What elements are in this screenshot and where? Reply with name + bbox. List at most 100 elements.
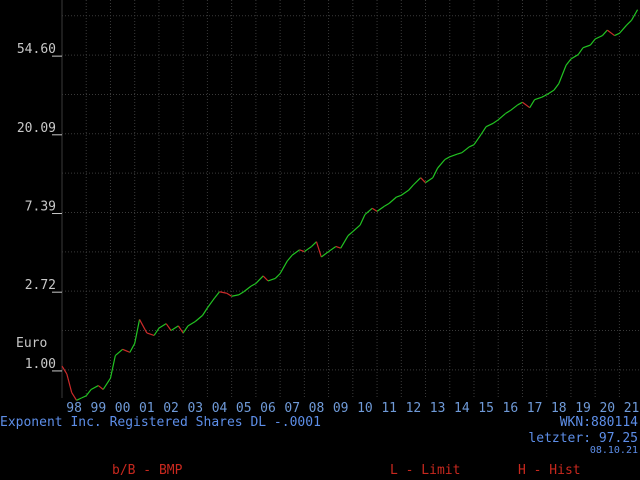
price-segment xyxy=(202,307,208,316)
price-segment xyxy=(214,291,220,299)
price-segment xyxy=(226,292,232,297)
hist-hotkey[interactable]: H - Hist xyxy=(518,464,581,478)
price-segment xyxy=(267,277,276,282)
price-segment xyxy=(231,294,240,297)
x-tick-label: 13 xyxy=(430,401,446,416)
price-segment xyxy=(582,44,591,49)
wkn-label: WKN:880114 xyxy=(559,415,638,430)
price-segment xyxy=(153,327,160,336)
price-segment xyxy=(177,325,184,334)
price-segment xyxy=(71,392,78,401)
y-axis-tick-labels: 1.00 2.72 7.39 20.09 54.60 xyxy=(17,42,62,372)
price-segment xyxy=(437,159,446,169)
chart-grid xyxy=(61,0,640,398)
x-tick-label: 07 xyxy=(284,401,300,416)
price-segment xyxy=(522,101,531,109)
price-segment xyxy=(553,83,560,91)
x-tick-label: 16 xyxy=(503,401,519,416)
price-segment xyxy=(626,19,632,26)
price-segment xyxy=(206,297,216,309)
price-segment xyxy=(485,122,494,128)
price-segment xyxy=(412,177,422,186)
price-segment xyxy=(109,355,116,379)
price-segment xyxy=(76,397,82,401)
x-axis-year-labels: 98 99 00 01 02 03 04 05 06 07 08 09 10 11 12 13 14 15 16 17… xyxy=(66,401,639,416)
price-segment xyxy=(335,245,341,249)
price-segment xyxy=(81,395,87,399)
price-series xyxy=(61,9,639,401)
x-tick-label: 98 xyxy=(66,401,82,416)
price-segment xyxy=(388,196,397,204)
price-segment xyxy=(85,389,92,397)
price-segment xyxy=(122,348,131,353)
price-segment xyxy=(187,321,196,327)
price-segment xyxy=(170,325,179,332)
price-segment xyxy=(255,275,264,284)
x-tick-label: 21 xyxy=(624,401,640,416)
price-segment xyxy=(534,96,543,101)
x-tick-label: 03 xyxy=(187,401,203,416)
x-tick-label: 19 xyxy=(575,401,591,416)
price-segment xyxy=(243,285,252,293)
price-segment xyxy=(384,202,390,207)
price-segment xyxy=(299,249,305,253)
price-segment xyxy=(509,104,518,112)
x-tick-label: 99 xyxy=(91,401,107,416)
x-tick-label: 10 xyxy=(357,401,373,416)
x-tick-label: 00 xyxy=(115,401,131,416)
x-tick-label: 11 xyxy=(381,401,397,416)
price-segment xyxy=(279,260,288,274)
price-segment xyxy=(420,177,426,184)
limit-hotkey[interactable]: L - Limit xyxy=(390,464,460,478)
price-segment xyxy=(364,207,373,216)
price-segment xyxy=(376,205,385,212)
price-segment xyxy=(165,323,172,331)
x-tick-label: 08 xyxy=(309,401,325,416)
y-tick-label: 1.00 xyxy=(25,357,56,372)
bmp-hotkey[interactable]: b/B - BMP xyxy=(112,464,182,478)
price-segment xyxy=(304,245,312,253)
price-segment xyxy=(396,194,402,198)
price-segment xyxy=(146,332,155,337)
price-segment xyxy=(408,184,414,191)
price-segment xyxy=(250,282,257,287)
price-segment xyxy=(601,29,608,36)
price-segment xyxy=(90,385,99,391)
price-segment xyxy=(352,224,361,233)
price-segment xyxy=(66,373,73,393)
price-segment xyxy=(449,153,458,158)
price-segment xyxy=(505,110,511,115)
security-name: Exponent Inc. Registered Shares DL -.000… xyxy=(0,415,321,430)
price-segment xyxy=(371,207,378,212)
price-segment xyxy=(311,241,317,247)
price-segment xyxy=(541,94,547,98)
price-segment xyxy=(114,348,123,357)
y-tick-label: 2.72 xyxy=(25,278,56,293)
price-segment xyxy=(182,325,189,334)
x-tick-label: 04 xyxy=(212,401,228,416)
x-tick-label: 12 xyxy=(406,401,422,416)
price-segment xyxy=(102,377,111,390)
y-tick-label: 54.60 xyxy=(17,42,56,57)
price-segment xyxy=(238,291,245,296)
price-segment xyxy=(529,99,536,108)
price-segment xyxy=(480,126,487,135)
x-tick-label: 20 xyxy=(599,401,615,416)
price-segment xyxy=(589,38,596,46)
price-segment xyxy=(315,241,322,258)
price-segment xyxy=(291,249,300,256)
price-segment xyxy=(473,133,482,146)
price-segment xyxy=(558,65,567,84)
price-segment xyxy=(425,177,434,184)
price-segment xyxy=(400,189,409,196)
x-tick-label: 06 xyxy=(260,401,276,416)
x-tick-label: 09 xyxy=(333,401,349,416)
price-segment xyxy=(461,146,470,154)
price-segment xyxy=(444,156,451,160)
x-tick-label: 17 xyxy=(527,401,543,416)
price-segment xyxy=(286,254,293,262)
y-tick-label: 7.39 xyxy=(25,200,56,215)
last-price-label: letzter: 97.25 xyxy=(528,431,638,446)
price-segment xyxy=(565,58,572,66)
price-segment xyxy=(594,35,603,40)
